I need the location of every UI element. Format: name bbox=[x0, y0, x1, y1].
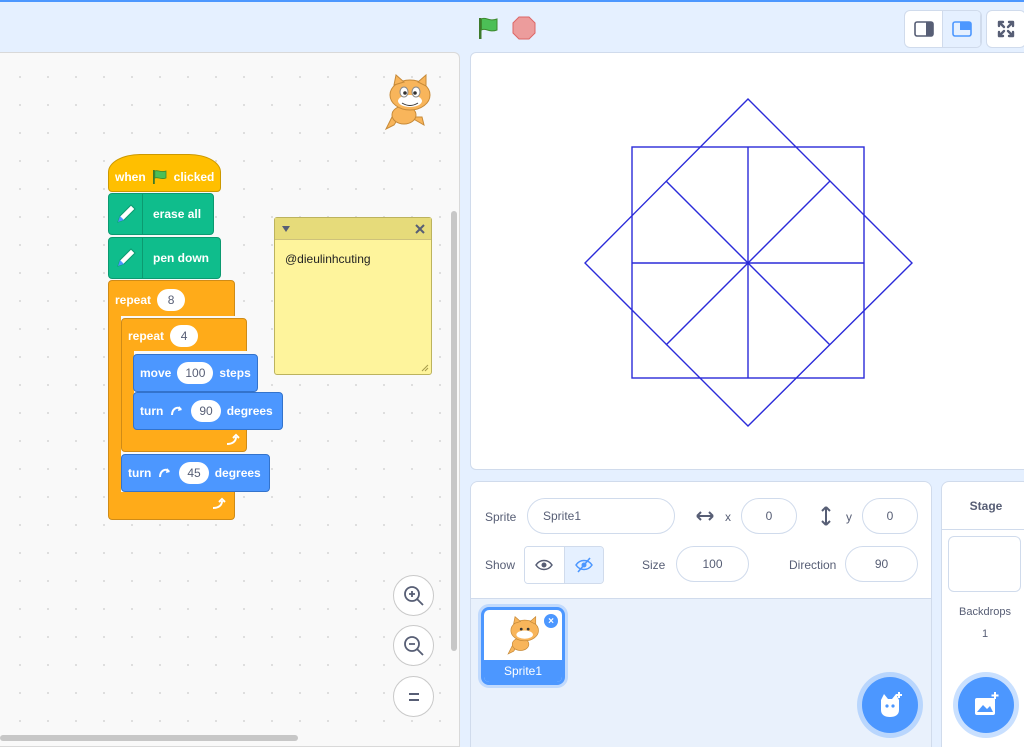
rotate-right-icon bbox=[171, 406, 183, 416]
turn-degrees-input[interactable]: 45 bbox=[179, 462, 209, 484]
zoom-reset-button[interactable] bbox=[393, 676, 434, 717]
erase-all-block[interactable]: erase all bbox=[108, 193, 214, 235]
normal-stage-button[interactable] bbox=[943, 11, 981, 47]
vertical-arrows-icon bbox=[821, 506, 831, 526]
y-input[interactable]: 0 bbox=[862, 498, 918, 534]
stage-title: Stage bbox=[942, 482, 1024, 530]
erase-all-label: erase all bbox=[153, 207, 202, 221]
stage-thumbnail[interactable] bbox=[948, 536, 1021, 592]
sprite-cat-icon bbox=[380, 73, 438, 138]
pen-down-block[interactable]: pen down bbox=[108, 237, 221, 279]
sprite-thumbnail[interactable]: × Sprite1 bbox=[481, 607, 565, 685]
add-backdrop-icon bbox=[975, 692, 999, 715]
comment-header bbox=[275, 218, 431, 240]
show-label: Show bbox=[485, 558, 516, 572]
turn-right-block[interactable]: turn 45 degrees bbox=[121, 454, 270, 492]
horizontal-scrollbar[interactable] bbox=[0, 735, 298, 741]
cat-sprite-icon bbox=[507, 615, 539, 655]
show-sprite-button[interactable] bbox=[525, 547, 564, 583]
repeat-count-input[interactable]: 4 bbox=[170, 325, 199, 347]
sprite-pane: Sprite Sprite1 x 0 y 0 Show Size 100 Dir… bbox=[470, 481, 932, 747]
move-steps-block[interactable]: move 100 steps bbox=[133, 354, 258, 392]
repeat-label: repeat bbox=[115, 293, 152, 307]
x-label: x bbox=[725, 510, 731, 524]
size-label: Size bbox=[642, 558, 666, 572]
sprite-info: Sprite Sprite1 x 0 y 0 Show Size 100 Dir… bbox=[471, 482, 931, 599]
collapse-triangle-icon[interactable] bbox=[281, 225, 291, 233]
turn-right-block[interactable]: turn 90 degrees bbox=[133, 392, 283, 430]
green-flag-icon bbox=[152, 170, 167, 184]
fullscreen-button[interactable] bbox=[986, 10, 1024, 48]
small-stage-button[interactable] bbox=[905, 11, 943, 47]
turn-label: turn bbox=[128, 466, 152, 480]
degrees-label: degrees bbox=[214, 466, 261, 480]
rotate-right-icon bbox=[159, 468, 171, 478]
pen-down-label: pen down bbox=[153, 251, 209, 265]
zoom-out-icon bbox=[403, 635, 424, 656]
fullscreen-icon bbox=[997, 20, 1015, 38]
stage-target-pane: Stage Backdrops 1 bbox=[941, 481, 1024, 747]
move-label: move bbox=[140, 366, 172, 380]
eye-icon bbox=[535, 559, 554, 571]
green-flag-button[interactable] bbox=[472, 12, 504, 44]
workspace-comment[interactable]: @dieulinhcuting bbox=[274, 217, 432, 375]
sprite-thumbnail-name: Sprite1 bbox=[484, 660, 562, 682]
sprite-name-label: Sprite bbox=[485, 510, 517, 524]
stage-canvas[interactable] bbox=[470, 52, 1024, 470]
backdrops-count: 1 bbox=[981, 628, 989, 640]
small-stage-icon bbox=[913, 21, 934, 37]
hat-clicked-label: clicked bbox=[173, 170, 215, 184]
close-icon[interactable] bbox=[415, 223, 425, 234]
delete-sprite-button[interactable]: × bbox=[543, 613, 559, 629]
repeat-count-input[interactable]: 8 bbox=[157, 289, 186, 311]
close-icon: × bbox=[548, 615, 554, 627]
turn-label: turn bbox=[140, 404, 164, 418]
pen-extension-icon bbox=[109, 194, 143, 234]
when-flag-clicked-block[interactable]: when clicked bbox=[108, 154, 221, 192]
turn-degrees-input[interactable]: 90 bbox=[191, 400, 221, 422]
pen-extension-icon bbox=[109, 238, 143, 278]
hat-when-label: when bbox=[115, 170, 146, 184]
move-steps-input[interactable]: 100 bbox=[177, 362, 214, 384]
eye-slash-icon bbox=[575, 557, 593, 573]
zoom-out-button[interactable] bbox=[393, 625, 434, 666]
stage-header bbox=[0, 0, 1024, 52]
direction-input[interactable]: 90 bbox=[845, 546, 918, 582]
repeat-label: repeat bbox=[128, 329, 165, 343]
direction-label: Direction bbox=[789, 558, 837, 572]
zoom-in-icon bbox=[403, 585, 424, 606]
normal-stage-icon bbox=[951, 21, 972, 37]
zoom-in-button[interactable] bbox=[393, 575, 434, 616]
stage-size-toggle bbox=[904, 10, 982, 48]
stop-button[interactable] bbox=[510, 14, 538, 42]
size-input[interactable]: 100 bbox=[676, 546, 749, 582]
code-workspace[interactable]: when clicked erase all pen down repeat 8… bbox=[0, 52, 460, 747]
horizontal-arrows-icon bbox=[696, 511, 714, 521]
sprite-name-input[interactable]: Sprite1 bbox=[527, 498, 675, 534]
visibility-toggle bbox=[524, 546, 604, 584]
green-flag-icon bbox=[479, 17, 498, 39]
resize-handle-icon[interactable] bbox=[421, 364, 429, 372]
x-input[interactable]: 0 bbox=[741, 498, 797, 534]
stop-icon bbox=[512, 16, 536, 40]
add-sprite-icon bbox=[881, 692, 902, 717]
equals-icon bbox=[408, 692, 419, 701]
hide-sprite-button[interactable] bbox=[563, 547, 603, 583]
choose-backdrop-button[interactable] bbox=[958, 677, 1014, 733]
degrees-label: degrees bbox=[226, 404, 273, 418]
steps-label: steps bbox=[219, 366, 251, 380]
backdrops-label: Backdrops bbox=[959, 606, 1011, 618]
comment-text[interactable]: @dieulinhcuting bbox=[275, 240, 431, 278]
repeat-arrow-icon bbox=[226, 433, 240, 445]
y-label: y bbox=[846, 510, 852, 524]
vertical-scrollbar[interactable] bbox=[451, 211, 457, 651]
pen-drawing bbox=[584, 98, 913, 427]
choose-sprite-button[interactable] bbox=[862, 677, 918, 733]
repeat-arrow-icon bbox=[212, 497, 226, 509]
scratch-editor: when clicked erase all pen down repeat 8… bbox=[0, 0, 1024, 747]
